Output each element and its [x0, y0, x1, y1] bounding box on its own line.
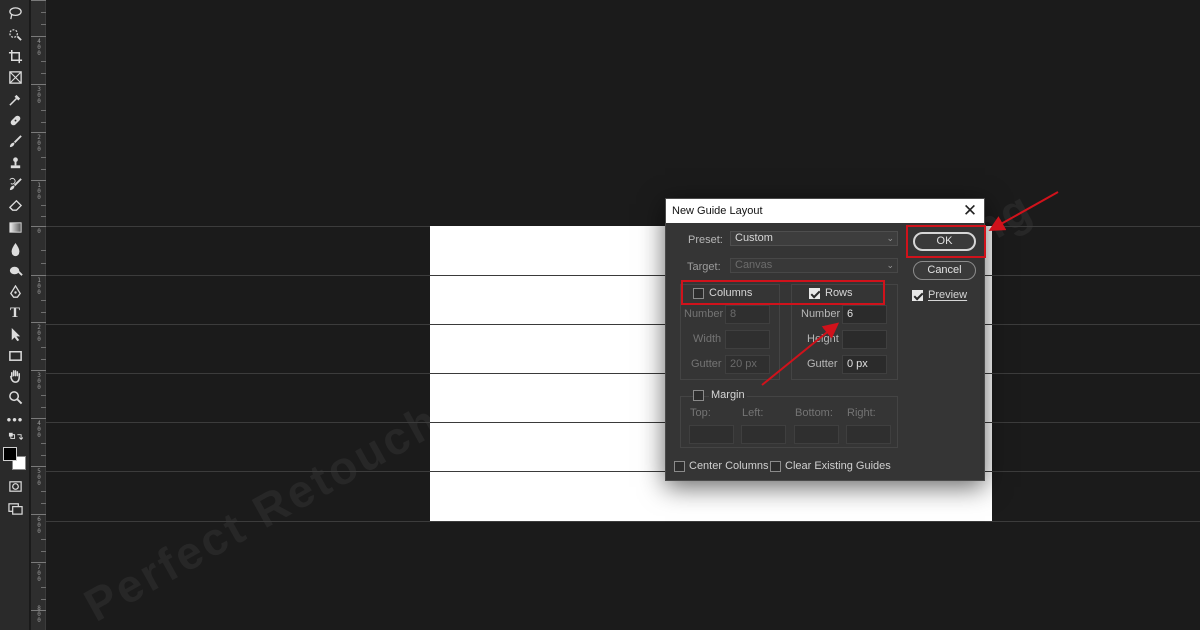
color-swatches-icon[interactable] — [3, 447, 27, 471]
preview-checkbox[interactable] — [912, 290, 923, 301]
margin-right-input[interactable] — [846, 425, 891, 444]
margin-left-input[interactable] — [741, 425, 786, 444]
zoom-icon[interactable] — [5, 388, 25, 406]
rows-number-label: Number — [801, 308, 841, 320]
path-selection-icon[interactable] — [5, 325, 25, 343]
preset-label: Preset: — [688, 234, 723, 246]
clone-stamp-icon[interactable] — [5, 154, 25, 172]
swap-colors-icon[interactable] — [5, 430, 25, 444]
lasso-icon[interactable] — [5, 4, 25, 22]
rows-gutter-label: Gutter — [807, 358, 838, 370]
ruler-label: 8 0 0 — [37, 605, 41, 624]
center-columns-checkbox[interactable] — [674, 461, 685, 472]
preset-select[interactable]: Custom ⌄ — [730, 231, 898, 246]
eyedropper-icon[interactable] — [5, 90, 25, 108]
ruler-label: 0 — [37, 228, 41, 235]
dialog-title: New Guide Layout — [672, 205, 763, 217]
healing-brush-icon[interactable] — [5, 111, 25, 129]
rows-height-input[interactable] — [842, 330, 887, 349]
close-icon[interactable]: ✕ — [962, 202, 978, 219]
ruler-label: 6 0 0 — [37, 516, 41, 535]
margin-checkbox[interactable] — [693, 390, 704, 401]
columns-gutter-input[interactable]: 20 px — [725, 355, 770, 374]
ruler-label: 1 0 0 — [37, 182, 41, 201]
columns-width-label: Width — [693, 333, 722, 345]
margin-bottom-input[interactable] — [794, 425, 839, 444]
dodge-icon[interactable] — [5, 261, 25, 279]
rectangle-icon[interactable] — [5, 346, 25, 364]
arrow-to-ok-button — [988, 191, 1059, 231]
ruler-label: 1 0 0 — [37, 277, 41, 296]
crop-icon[interactable] — [5, 47, 25, 65]
ruler-label: 2 0 0 — [37, 324, 41, 343]
columns-number-label: Number — [684, 308, 724, 320]
rows-height-label: Height — [807, 333, 839, 345]
rows-number-input[interactable]: 6 — [842, 305, 887, 324]
margin-bottom-label: Bottom: — [795, 407, 833, 419]
history-brush-icon[interactable] — [5, 175, 25, 193]
dialog-titlebar[interactable]: New Guide Layout ✕ — [666, 199, 984, 223]
pen-icon[interactable] — [5, 283, 25, 301]
margin-left-label: Left: — [742, 407, 764, 419]
vertical-ruler[interactable]: 4 0 0 3 0 0 2 0 0 1 0 0 0 1 0 0 2 0 0 3 … — [31, 0, 46, 630]
brush-icon[interactable] — [5, 132, 25, 150]
screen-mode-icon[interactable] — [5, 499, 25, 517]
ruler-label: 4 0 0 — [37, 38, 41, 57]
clear-guides-label[interactable]: Clear Existing Guides — [785, 460, 891, 472]
target-value: Canvas — [735, 259, 773, 271]
clear-guides-checkbox[interactable] — [770, 461, 781, 472]
margin-top-input[interactable] — [689, 425, 734, 444]
rows-gutter-input[interactable]: 0 px — [842, 355, 887, 374]
quick-mask-icon[interactable] — [5, 477, 25, 495]
preset-value: Custom — [735, 232, 773, 244]
frame-icon[interactable] — [5, 68, 25, 86]
center-columns-label[interactable]: Center Columns — [689, 460, 768, 472]
margin-right-label: Right: — [847, 407, 876, 419]
target-select[interactable]: Canvas ⌄ — [730, 258, 898, 273]
columns-number-input[interactable]: 8 — [725, 305, 770, 324]
ruler-label: 3 0 0 — [37, 86, 41, 105]
type-icon[interactable]: T — [5, 304, 25, 322]
ruler-label: 7 0 0 — [37, 564, 41, 583]
foreground-color-swatch[interactable] — [3, 447, 17, 461]
gradient-icon[interactable] — [5, 218, 25, 236]
chevron-down-icon: ⌄ — [886, 260, 894, 270]
ruler-label: 5 0 0 — [37, 468, 41, 487]
quick-selection-icon[interactable] — [5, 25, 25, 43]
margin-top-label: Top: — [690, 407, 711, 419]
more-tools-icon[interactable]: ••• — [5, 410, 25, 428]
guide-line[interactable] — [46, 521, 1200, 522]
ruler-label: 4 0 0 — [37, 420, 41, 439]
preview-label[interactable]: Preview — [928, 289, 967, 301]
ruler-label: 2 0 0 — [37, 134, 41, 153]
columns-gutter-label: Gutter — [691, 358, 722, 370]
eraser-icon[interactable] — [5, 196, 25, 214]
ruler-label: 3 0 0 — [37, 372, 41, 391]
hand-icon[interactable] — [5, 367, 25, 385]
blur-icon[interactable] — [5, 240, 25, 258]
chevron-down-icon: ⌄ — [886, 233, 894, 243]
target-label: Target: — [687, 261, 721, 273]
columns-width-input[interactable] — [725, 330, 770, 349]
cancel-button[interactable]: Cancel — [913, 261, 976, 280]
margin-label[interactable]: Margin — [709, 389, 747, 401]
tools-panel: T ••• — [0, 0, 30, 630]
columns-rows-highlight — [681, 280, 885, 305]
ok-highlight — [906, 225, 986, 258]
